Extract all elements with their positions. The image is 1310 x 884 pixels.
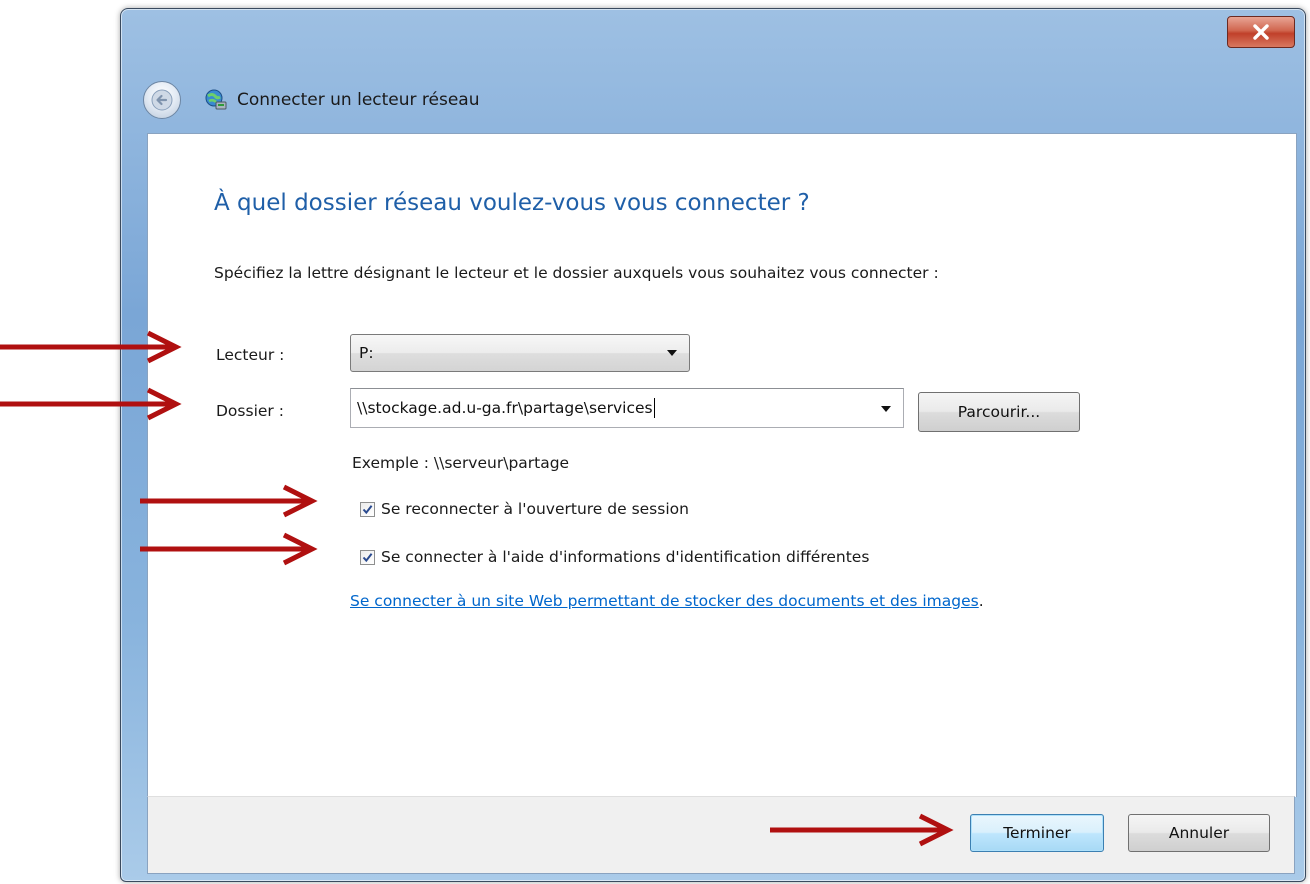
different-credentials-label: Se connecter à l'aide d'informations d'i… — [381, 548, 870, 566]
annotation-arrow-icon — [0, 330, 182, 364]
different-credentials-option[interactable]: Se connecter à l'aide d'informations d'i… — [360, 548, 869, 566]
annotation-arrow-icon — [0, 387, 182, 421]
page-heading: À quel dossier réseau voulez-vous vous c… — [214, 190, 810, 216]
checkmark-icon — [362, 552, 373, 562]
instruction-text: Spécifiez la lettre désignant le lecteur… — [214, 264, 939, 282]
website-link-row: Se connecter à un site Web permettant de… — [350, 592, 984, 610]
drive-label: Lecteur : — [216, 346, 285, 364]
text-caret — [653, 398, 655, 418]
annotation-arrow-icon — [140, 484, 318, 518]
cancel-button[interactable]: Annuler — [1128, 814, 1270, 852]
title-bar: Connecter un lecteur réseau — [143, 75, 1043, 125]
example-text: Exemple : \\serveur\partage — [352, 454, 570, 472]
network-drive-icon — [203, 87, 229, 113]
website-link[interactable]: Se connecter à un site Web permettant de… — [350, 592, 979, 610]
page: Connecter un lecteur réseau À quel dossi… — [0, 0, 1310, 884]
finish-button[interactable]: Terminer — [970, 814, 1104, 852]
annotation-arrow-icon — [140, 532, 318, 566]
different-credentials-checkbox[interactable] — [360, 549, 375, 565]
folder-value: \\stockage.ad.u-ga.fr\partage\services — [357, 399, 653, 417]
annotation-arrow-icon — [770, 813, 954, 847]
dropdown-arrow-icon — [667, 350, 677, 356]
window-title: Connecter un lecteur réseau — [237, 90, 480, 110]
drive-value: P: — [359, 344, 374, 362]
drive-select[interactable]: P: — [350, 334, 690, 372]
close-icon — [1253, 24, 1269, 40]
reconnect-label: Se reconnecter à l'ouverture de session — [381, 500, 689, 518]
content-area: À quel dossier réseau voulez-vous vous c… — [147, 133, 1297, 797]
back-button[interactable] — [143, 81, 181, 119]
dropdown-arrow-icon[interactable] — [881, 406, 891, 412]
back-arrow-icon — [151, 89, 173, 111]
website-link-suffix: . — [978, 592, 984, 610]
browse-button[interactable]: Parcourir... — [918, 392, 1080, 432]
dialog-window: Connecter un lecteur réseau À quel dossi… — [120, 8, 1306, 882]
footer-bar: Terminer Annuler — [147, 796, 1295, 874]
checkmark-icon — [362, 504, 373, 514]
folder-input[interactable]: \\stockage.ad.u-ga.fr\partage\services — [350, 388, 904, 428]
reconnect-checkbox[interactable] — [360, 501, 375, 517]
close-button[interactable] — [1227, 16, 1295, 48]
reconnect-option[interactable]: Se reconnecter à l'ouverture de session — [360, 500, 689, 518]
folder-label: Dossier : — [216, 402, 284, 420]
